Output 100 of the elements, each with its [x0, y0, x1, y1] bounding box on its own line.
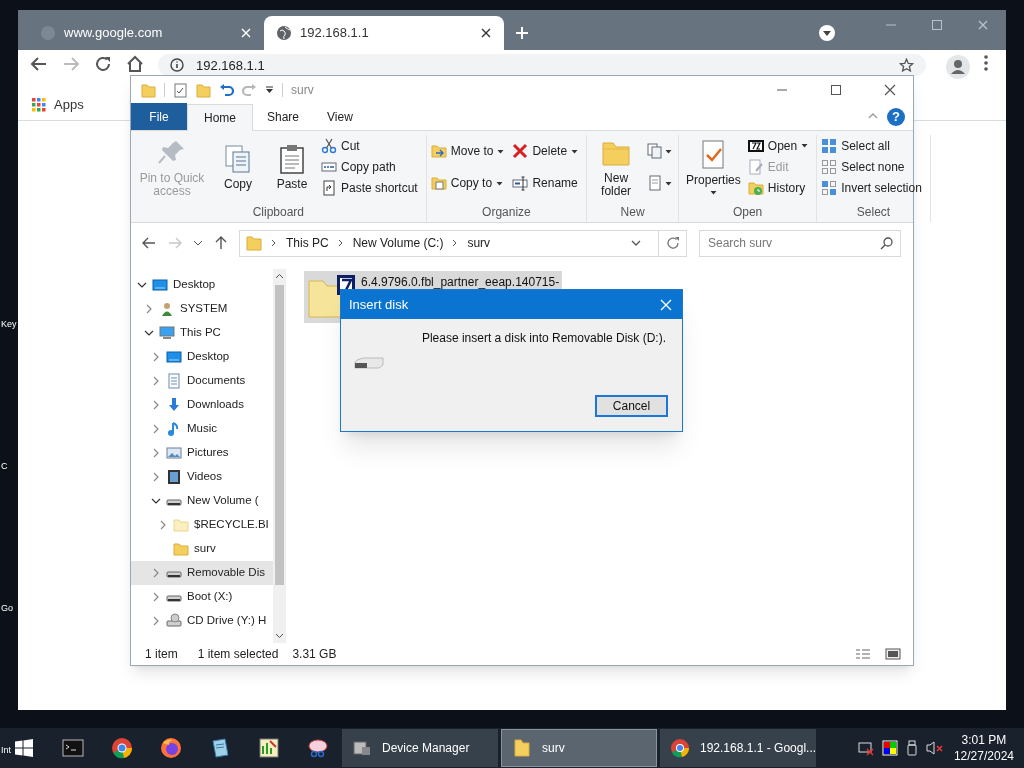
ribbon-button[interactable]: History	[747, 179, 813, 198]
tree-item[interactable]: Desktop	[131, 273, 273, 297]
browser-tab[interactable]: 192.168.1.1	[264, 16, 504, 50]
bookmark[interactable]: Apps	[32, 95, 84, 115]
tree-item[interactable]: New Volume (	[131, 489, 273, 513]
network-icon[interactable]	[857, 740, 874, 756]
chevron-right-icon[interactable]	[144, 304, 154, 314]
desktop-icon-label[interactable]: Go	[0, 604, 18, 613]
large-icons-view-icon[interactable]	[885, 648, 901, 660]
search-field[interactable]: Search surv	[699, 229, 901, 257]
tree-item[interactable]: SYSTEM	[131, 297, 273, 321]
close-icon[interactable]	[884, 84, 896, 96]
chevron-down-icon[interactable]	[151, 496, 161, 506]
taskbar-button[interactable]: surv	[501, 729, 657, 767]
ribbon-tab[interactable]: File	[131, 103, 187, 130]
maximize-icon[interactable]	[830, 84, 842, 96]
scrollbar[interactable]	[273, 269, 286, 643]
chart-icon[interactable]	[257, 737, 280, 759]
tree-item[interactable]: Videos	[131, 465, 273, 489]
chevron-down-icon[interactable]	[144, 328, 154, 338]
ribbon-button[interactable]: Properties	[683, 139, 744, 195]
plus-icon[interactable]	[515, 26, 529, 40]
ribbon-button[interactable]: Cut	[321, 136, 422, 155]
chrome-icon[interactable]	[110, 737, 133, 759]
chevron-right-icon[interactable]	[151, 616, 161, 626]
chevron-right-icon[interactable]	[151, 592, 161, 602]
ribbon-button[interactable]: Paste shortcut	[321, 179, 422, 198]
ribbon-button[interactable]: Copy to	[430, 174, 509, 192]
tree-item[interactable]: CD Drive (Y:) H	[131, 609, 273, 633]
clock-time[interactable]: 3:01 PM	[961, 732, 1007, 748]
dropdown-icon[interactable]	[265, 85, 274, 95]
tree-item[interactable]: Pictures	[131, 441, 273, 465]
ribbon-button[interactable]: Select none	[821, 158, 926, 176]
scroll-thumb[interactable]	[275, 285, 284, 585]
chevron-right-icon[interactable]	[151, 376, 161, 386]
ribbon-button[interactable]: Delete	[512, 142, 583, 160]
back-icon[interactable]	[30, 55, 48, 73]
desktop-icon-label[interactable]: Key	[0, 320, 18, 329]
ribbon-button[interactable]: Invert selection	[821, 179, 926, 198]
chevron-right-icon[interactable]	[151, 472, 161, 482]
tree-item[interactable]: This PC	[131, 321, 273, 345]
ribbon-button[interactable]: New folder	[591, 136, 642, 198]
back-icon[interactable]	[141, 235, 157, 251]
undo-icon[interactable]	[219, 82, 234, 98]
desktop-icon-label[interactable]: Int	[0, 746, 18, 755]
address-field[interactable]: This PC New Volume (C:) surv	[239, 229, 687, 257]
chevron-right-icon[interactable]	[151, 424, 161, 434]
breadcrumb-item[interactable]: New Volume (C:)	[352, 234, 444, 252]
avatar-icon[interactable]	[946, 55, 970, 79]
terminal-icon[interactable]	[61, 737, 84, 759]
ribbon-button[interactable]: Move to	[430, 142, 509, 160]
chevron-down-icon[interactable]	[137, 280, 147, 290]
taskbar-button[interactable]: Device Manager	[342, 729, 498, 767]
tree-item[interactable]: surv	[131, 537, 273, 561]
checklist-icon[interactable]	[173, 82, 188, 98]
star-icon[interactable]	[899, 57, 914, 73]
search-icon[interactable]	[880, 236, 893, 250]
ribbon-button[interactable]: Paste	[267, 143, 317, 191]
ribbon-tab[interactable]: Share	[253, 103, 314, 130]
scroll-down-icon[interactable]	[275, 631, 284, 640]
clock-date[interactable]: 12/27/2024	[953, 748, 1014, 764]
ribbon-button[interactable]: Select all	[821, 136, 926, 155]
chevron-right-icon[interactable]	[151, 568, 161, 578]
breadcrumb-item[interactable]: surv	[467, 234, 491, 252]
home-icon[interactable]	[126, 55, 144, 73]
ribbon-button[interactable]: Open	[747, 136, 813, 155]
close-icon[interactable]	[480, 27, 492, 39]
ribbon-tab[interactable]: Home	[187, 104, 253, 131]
ribbon-button[interactable]: Copy path	[321, 158, 422, 176]
up-icon[interactable]	[213, 235, 229, 251]
ribbon-button[interactable]: Rename	[512, 174, 583, 192]
usb-drive-icon[interactable]	[905, 740, 918, 756]
desktop-icon-label[interactable]: C	[0, 462, 18, 471]
chevron-right-icon[interactable]	[151, 400, 161, 410]
tree-item[interactable]: Desktop	[131, 345, 273, 369]
windows-logo-icon[interactable]	[15, 739, 33, 757]
address-bar[interactable]: 192.168.1.1	[158, 54, 926, 76]
profile-dropdown-icon[interactable]	[818, 24, 836, 42]
tree-item[interactable]: Boot (X:)	[131, 585, 273, 609]
tree-item[interactable]: Documents	[131, 369, 273, 393]
tree-item[interactable]: $RECYCLE.BI	[131, 513, 273, 537]
browser-tab[interactable]: www.google.com	[28, 16, 264, 50]
chevron-right-icon[interactable]	[151, 352, 161, 362]
ribbon-tab[interactable]: View	[313, 103, 367, 130]
menu-icon[interactable]	[984, 55, 988, 71]
chevron-right-icon[interactable]	[158, 520, 168, 530]
tree-item[interactable]: Downloads	[131, 393, 273, 417]
chevron-right-icon[interactable]	[151, 448, 161, 458]
breadcrumb-item[interactable]: This PC	[286, 234, 329, 252]
recent-dropdown-icon[interactable]	[193, 238, 203, 248]
tree-item[interactable]: Music	[131, 417, 273, 441]
reload-icon[interactable]	[94, 55, 112, 73]
taskbar-button[interactable]: 192.168.1.1 - Googl...	[660, 729, 816, 767]
speaker-muted-icon[interactable]	[925, 740, 944, 756]
scroll-up-icon[interactable]	[275, 272, 284, 281]
cancel-button[interactable]: Cancel	[595, 395, 668, 417]
tree-item[interactable]: Removable Dis	[131, 561, 273, 585]
firefox-icon[interactable]	[159, 737, 182, 759]
ribbon-button[interactable]: Copy	[213, 143, 263, 191]
color-squares-icon[interactable]	[881, 740, 898, 756]
